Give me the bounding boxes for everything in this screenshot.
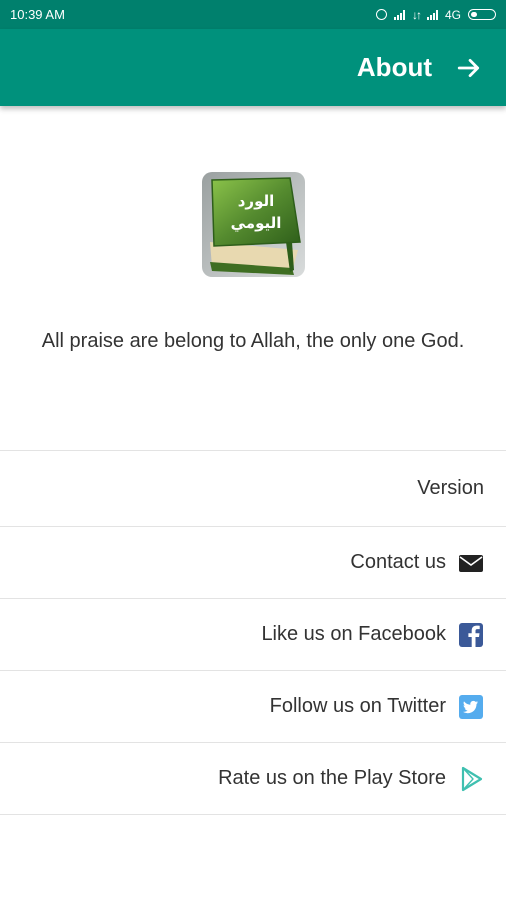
contact-label: Contact us bbox=[350, 551, 446, 573]
signal-icon-2 bbox=[426, 9, 438, 20]
facebook-label: Like us on Facebook bbox=[261, 623, 446, 645]
facebook-icon bbox=[459, 622, 483, 647]
status-time: 10:39 AM bbox=[10, 7, 65, 22]
envelope-icon bbox=[459, 554, 483, 572]
rate-item[interactable]: Rate us on the Play Store bbox=[0, 743, 506, 815]
alarm-icon bbox=[375, 9, 387, 20]
battery-icon bbox=[468, 9, 496, 20]
app-logo: الورد اليومي bbox=[202, 172, 305, 277]
version-item[interactable]: Version bbox=[0, 451, 506, 527]
contact-item[interactable]: Contact us bbox=[0, 527, 506, 599]
data-transfer-icon: ↓↑ bbox=[411, 7, 422, 22]
twitter-icon bbox=[459, 694, 483, 719]
version-label: Version bbox=[417, 477, 484, 499]
arrow-right-icon[interactable] bbox=[456, 55, 482, 81]
twitter-item[interactable]: Follow us on Twitter bbox=[0, 671, 506, 743]
about-menu: Version Contact us Like us on Facebook F… bbox=[0, 450, 506, 815]
page-title: About bbox=[356, 52, 432, 82]
rate-label: Rate us on the Play Store bbox=[218, 767, 446, 789]
about-description: All praise are belong to Allah, the only… bbox=[41, 330, 465, 352]
play-store-icon bbox=[461, 766, 483, 791]
logo-text-line1: الورد bbox=[238, 192, 275, 210]
network-type: 4G bbox=[444, 7, 461, 22]
status-indicators: ↓↑ 4G bbox=[375, 7, 496, 22]
facebook-item[interactable]: Like us on Facebook bbox=[0, 599, 506, 671]
app-bar: About bbox=[0, 29, 506, 106]
signal-icon bbox=[393, 9, 405, 20]
twitter-label: Follow us on Twitter bbox=[269, 695, 446, 717]
status-bar: 10:39 AM ↓↑ 4G bbox=[0, 0, 506, 29]
logo-text-line2: اليومي bbox=[231, 214, 282, 232]
